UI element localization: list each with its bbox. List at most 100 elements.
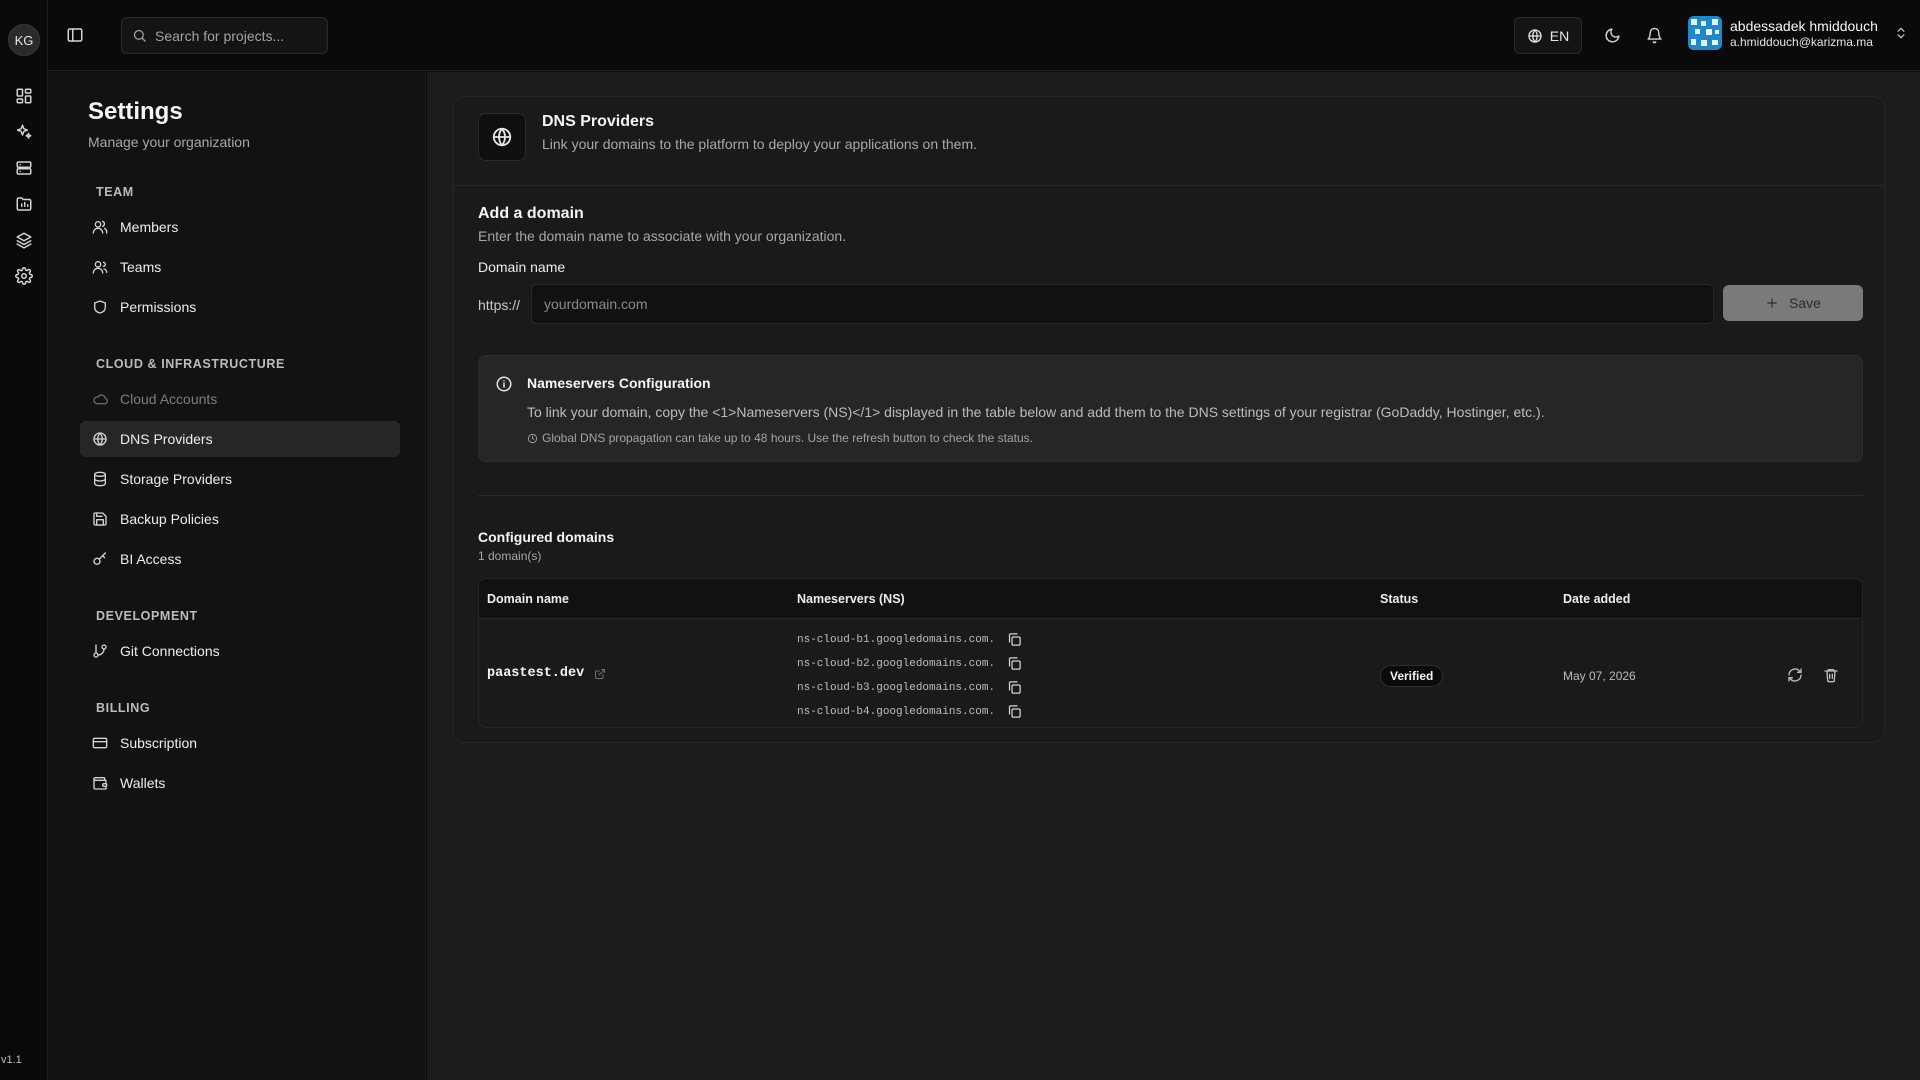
page-title: DNS Providers <box>542 113 655 130</box>
copy-icon[interactable] <box>1007 632 1023 648</box>
gear-icon[interactable] <box>12 264 36 288</box>
date-added-cell: May 07, 2026 <box>1563 669 1636 683</box>
sidebar-item-storage-providers[interactable]: Storage Providers <box>80 461 400 497</box>
sidebar-item-label: Backup Policies <box>120 511 219 527</box>
git-branch-icon <box>92 643 108 659</box>
user-avatar <box>1688 16 1722 50</box>
sidebar-item-members[interactable]: Members <box>80 209 400 245</box>
copy-icon[interactable] <box>1007 680 1023 696</box>
sparkles-icon[interactable] <box>12 120 36 144</box>
globe-icon <box>1527 28 1543 44</box>
sidebar-item-cloud-accounts[interactable]: Cloud Accounts <box>80 381 400 417</box>
domain-cell: paastest.dev <box>487 666 606 681</box>
page-description: Link your domains to the platform to dep… <box>542 136 978 152</box>
sidebar-item-bi-access[interactable]: BI Access <box>80 541 400 577</box>
sidebar-item-permissions[interactable]: Permissions <box>80 289 400 325</box>
globe-icon <box>92 431 108 447</box>
sidebar-item-label: Storage Providers <box>120 471 233 487</box>
nameservers-info-box: Nameservers Configuration To link your d… <box>478 355 1863 462</box>
shield-icon <box>92 299 108 315</box>
search-icon <box>132 28 147 43</box>
sidebar-item-label: Git Connections <box>120 643 220 659</box>
moon-icon[interactable] <box>1602 25 1622 45</box>
domain-name-label: Domain name <box>478 259 566 275</box>
nameserver-text: ns-cloud-b3.googledomains.com. <box>797 682 996 694</box>
section-development: DEVELOPMENT <box>96 609 198 623</box>
user-menu[interactable]: abdessadek hmiddouch a.hmiddouch@karizma… <box>1688 16 1908 50</box>
nameserver-text: ns-cloud-b2.googledomains.com. <box>797 658 996 670</box>
search-box[interactable] <box>121 17 328 54</box>
external-link-icon[interactable] <box>594 668 606 680</box>
server-icon[interactable] <box>12 156 36 180</box>
refresh-icon[interactable] <box>1787 667 1805 685</box>
nameserver-text: ns-cloud-b4.googledomains.com. <box>797 706 996 718</box>
sidebar-item-label: Subscription <box>120 735 198 751</box>
user-name: abdessadek hmiddouch <box>1730 18 1878 34</box>
org-avatar[interactable]: KG <box>8 24 40 56</box>
card-header: DNS Providers Link your domains to the p… <box>454 97 1884 186</box>
sidebar-item-wallets[interactable]: Wallets <box>80 765 400 801</box>
sidebar-item-label: Cloud Accounts <box>120 391 218 407</box>
user-email: a.hmiddouch@karizma.ma <box>1730 35 1873 49</box>
layers-icon[interactable] <box>12 228 36 252</box>
domain-prefix: https:// <box>478 297 521 313</box>
language-label: EN <box>1549 27 1570 44</box>
sidebar-item-backup-policies[interactable]: Backup Policies <box>80 501 400 537</box>
save-icon <box>92 511 108 527</box>
dashboard-icon[interactable] <box>12 84 36 108</box>
domain-name-input[interactable] <box>531 284 1714 324</box>
cloud-icon <box>92 391 108 407</box>
nameserver-item: ns-cloud-b2.googledomains.com. <box>797 652 1023 676</box>
sidebar-item-label: BI Access <box>120 551 182 567</box>
divider <box>478 495 1863 496</box>
column-domain-name: Domain name <box>487 592 569 606</box>
info-note-text: Global DNS propagation can take up to 48… <box>542 431 1033 445</box>
info-icon <box>495 375 515 395</box>
column-status: Status <box>1380 592 1419 606</box>
sidebar-item-dns-providers[interactable]: DNS Providers <box>80 421 400 457</box>
section-billing: BILLING <box>96 701 151 715</box>
add-domain-description: Enter the domain name to associate with … <box>478 228 847 244</box>
sidebar-item-git-connections[interactable]: Git Connections <box>80 633 400 669</box>
language-selector[interactable]: EN <box>1514 17 1582 54</box>
icon-rail: KG v1.1 <box>0 0 48 1080</box>
main-content: DNS Providers Link your domains to the p… <box>427 72 1920 1080</box>
version-label: v1.1 <box>1 1054 22 1066</box>
dns-providers-card: DNS Providers Link your domains to the p… <box>453 96 1885 743</box>
section-cloud: CLOUD & INFRASTRUCTURE <box>96 357 285 371</box>
sidebar-item-subscription[interactable]: Subscription <box>80 725 400 761</box>
settings-sidebar: Settings Manage your organization TEAM M… <box>48 72 426 1080</box>
bell-icon[interactable] <box>1644 25 1664 45</box>
table-header: Domain name Nameservers (NS) Status Date… <box>479 579 1862 619</box>
save-button[interactable]: Save <box>1723 285 1863 321</box>
nameserver-item: ns-cloud-b1.googledomains.com. <box>797 628 1023 652</box>
info-title: Nameservers Configuration <box>527 375 711 391</box>
search-input[interactable] <box>155 27 315 44</box>
domain-name-text: paastest.dev <box>487 666 585 681</box>
info-note: Global DNS propagation can take up to 48… <box>527 431 1033 445</box>
folder-icon[interactable] <box>12 192 36 216</box>
configured-domains-title: Configured domains <box>478 529 615 545</box>
chevron-up-down-icon <box>1894 26 1908 40</box>
copy-icon[interactable] <box>1007 704 1023 720</box>
sidebar-item-label: Teams <box>120 259 162 275</box>
status-badge: Verified <box>1380 665 1444 687</box>
domains-table: Domain name Nameservers (NS) Status Date… <box>478 578 1863 728</box>
sidebar-item-label: Members <box>120 219 179 235</box>
column-date-added: Date added <box>1563 592 1631 606</box>
sidebar-item-label: Wallets <box>120 775 166 791</box>
sidebar-toggle-icon[interactable] <box>64 24 86 46</box>
copy-icon[interactable] <box>1007 656 1023 672</box>
users-icon <box>92 259 108 275</box>
clock-icon <box>527 433 538 444</box>
top-bar: EN abdessadek hmiddouch a.hmiddouch@kari… <box>48 0 1920 71</box>
wallet-icon <box>92 775 108 791</box>
trash-icon[interactable] <box>1823 667 1841 685</box>
nameservers-cell: ns-cloud-b1.googledomains.com. ns-cloud-… <box>797 628 1023 724</box>
sidebar-item-teams[interactable]: Teams <box>80 249 400 285</box>
nameserver-text: ns-cloud-b1.googledomains.com. <box>797 634 996 646</box>
section-team: TEAM <box>96 185 134 199</box>
sidebar-item-label: DNS Providers <box>120 431 213 447</box>
add-domain-title: Add a domain <box>478 205 584 222</box>
settings-title: Settings <box>88 98 183 125</box>
